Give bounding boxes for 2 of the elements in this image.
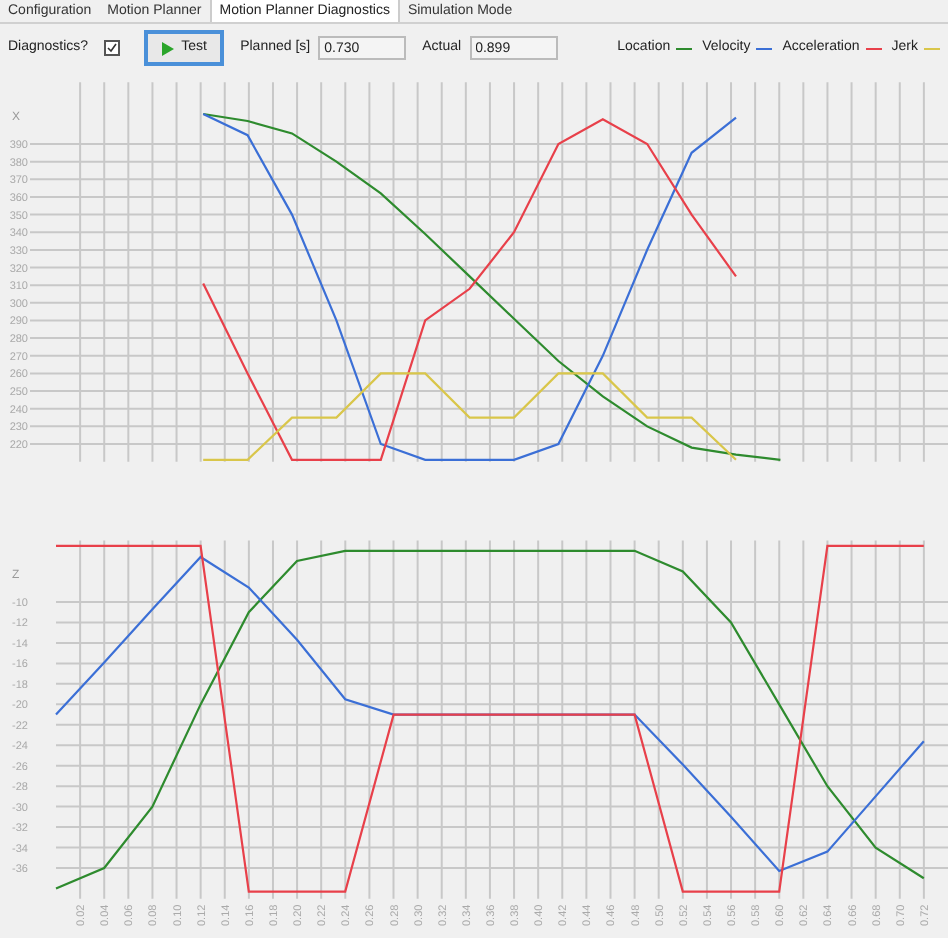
play-icon	[161, 41, 174, 55]
checkbox[interactable]	[104, 40, 121, 56]
